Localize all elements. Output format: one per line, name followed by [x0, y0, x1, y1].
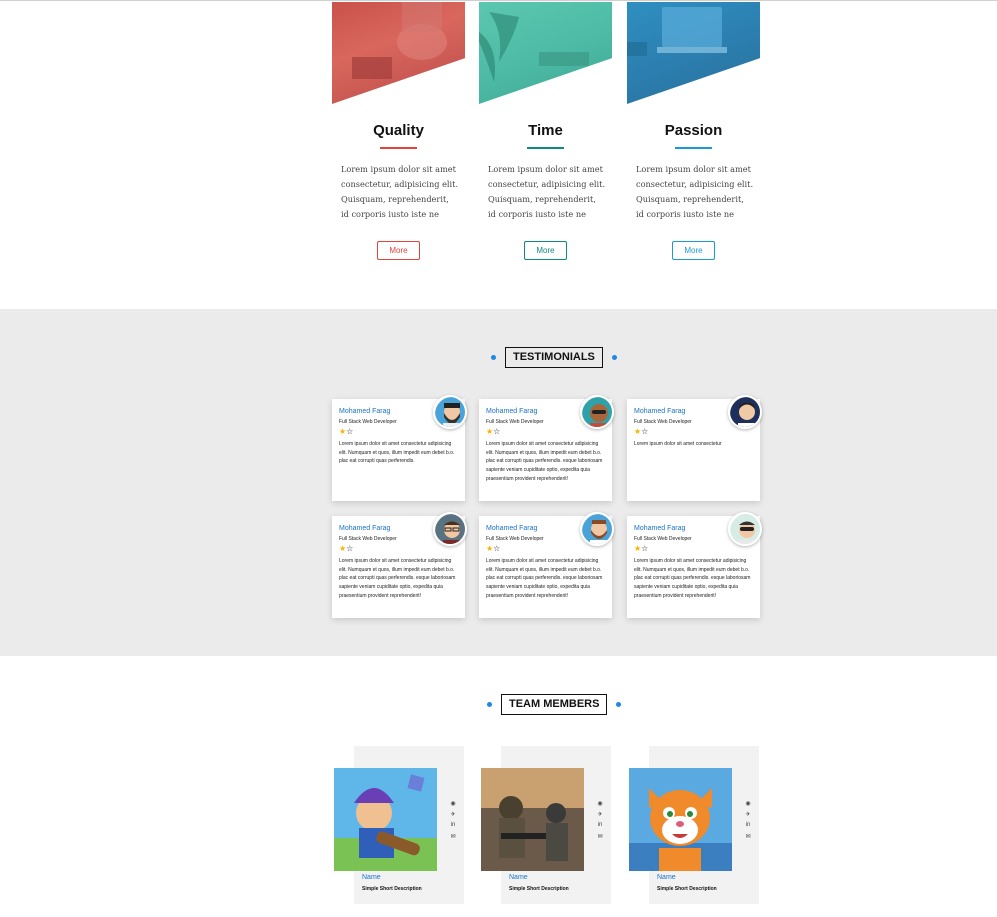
reviewer-name: Mohamed Farag — [634, 408, 686, 415]
feature-title: Quality — [373, 122, 424, 139]
reviewer-role: Full Stack Web Developer — [634, 419, 692, 425]
linkedin-icon[interactable]: in — [595, 820, 605, 831]
feature-image — [627, 2, 760, 104]
rating-stars: ★☆ — [634, 427, 649, 436]
testimonial-text: Lorem ipsum dolor sit amet consectetur a… — [486, 558, 603, 599]
member-description: Simple Short Description — [509, 886, 569, 892]
man-shades-avatar-icon — [728, 512, 762, 546]
reviewer-role: Full Stack Web Developer — [486, 419, 544, 425]
title-underline — [527, 147, 564, 149]
heading-dot — [487, 702, 492, 707]
testimonial-text: Lorem ipsum dolor sit amet consectetur — [634, 441, 722, 447]
feature-passion: Passion Lorem ipsum dolor sit amet conse… — [627, 2, 760, 260]
reviewer-role: Full Stack Web Developer — [634, 536, 692, 542]
heading-dot — [491, 355, 496, 360]
reviewer-name: Mohamed Farag — [486, 408, 538, 415]
man-glasses-avatar-icon — [433, 512, 467, 546]
feature-text: Lorem ipsum dolor sit amet consectetur, … — [341, 164, 459, 219]
testimonial-card: Mohamed Farag Full Stack Web Developer ★… — [479, 395, 614, 501]
cartoon-soldier-icon — [334, 768, 437, 871]
mail-icon[interactable]: ✉ — [448, 831, 458, 842]
testimonial-card: Mohamed Farag Full Stack Web Developer ★… — [627, 512, 762, 618]
game-soldier-icon — [481, 768, 584, 871]
member-name: Name — [509, 874, 528, 881]
social-icons: ◉ ✈ in ✉ — [595, 798, 605, 842]
more-button[interactable]: More — [524, 241, 567, 260]
twitter-icon[interactable]: ✈ — [448, 809, 458, 820]
title-underline — [675, 147, 712, 149]
reviewer-role: Full Stack Web Developer — [486, 536, 544, 542]
member-description: Simple Short Description — [362, 886, 422, 892]
testimonial-text: Lorem ipsum dolor sit amet consectetur a… — [339, 558, 456, 599]
reviewer-name: Mohamed Farag — [486, 525, 538, 532]
team-heading: TEAM MEMBERS — [487, 694, 622, 715]
testimonial-card: Mohamed Farag Full Stack Web Developer ★… — [332, 395, 467, 501]
reviewer-role: Full Stack Web Developer — [339, 419, 397, 425]
feature-text: Lorem ipsum dolor sit amet consectetur, … — [636, 164, 754, 219]
section-title: TESTIMONIALS — [505, 347, 603, 368]
feature-title: Time — [528, 122, 563, 139]
team-member-card: ◉ ✈ in ✉ Name Simple Short Description — [629, 746, 759, 904]
title-underline — [380, 147, 417, 149]
globe-icon[interactable]: ◉ — [743, 798, 753, 809]
mail-icon[interactable]: ✉ — [743, 831, 753, 842]
more-button[interactable]: More — [672, 241, 715, 260]
feature-title: Passion — [664, 122, 723, 139]
linkedin-icon[interactable]: in — [743, 820, 753, 831]
more-button[interactable]: More — [377, 241, 420, 260]
heading-dot — [611, 355, 617, 360]
testimonial-text: Lorem ipsum dolor sit amet consectetur a… — [339, 441, 455, 465]
globe-icon[interactable]: ◉ — [448, 798, 458, 809]
section-title: TEAM MEMBERS — [501, 694, 608, 715]
testimonial-text: Lorem ipsum dolor sit amet consectetur a… — [486, 441, 603, 482]
heading-dot — [616, 702, 622, 707]
feature-time: Time Lorem ipsum dolor sit amet consecte… — [479, 2, 612, 260]
testimonial-text: Lorem ipsum dolor sit amet consectetur a… — [634, 558, 751, 599]
bearded-man-avatar-icon — [433, 395, 467, 429]
man-sunglasses-avatar-icon — [580, 395, 614, 429]
man-suit-avatar-icon — [728, 395, 762, 429]
testimonials-heading: TESTIMONIALS — [491, 347, 617, 368]
team-member-card: ◉ ✈ in ✉ Name Simple Short Description — [334, 746, 464, 904]
member-name: Name — [362, 874, 381, 881]
feature-text: Lorem ipsum dolor sit amet consectetur, … — [488, 164, 606, 219]
reviewer-name: Mohamed Farag — [339, 525, 391, 532]
top-border — [0, 0, 997, 1]
testimonial-card: Mohamed Farag Full Stack Web Developer ★… — [627, 395, 762, 501]
feature-image — [332, 2, 465, 104]
member-name: Name — [657, 874, 676, 881]
social-icons: ◉ ✈ in ✉ — [448, 798, 458, 842]
rating-stars: ★☆ — [339, 427, 354, 436]
feature-quality: Quality Lorem ipsum dolor sit amet conse… — [332, 2, 465, 260]
testimonial-card: Mohamed Farag Full Stack Web Developer ★… — [479, 512, 614, 618]
reviewer-name: Mohamed Farag — [634, 525, 686, 532]
rating-stars: ★☆ — [634, 544, 649, 553]
feature-image — [479, 2, 612, 104]
twitter-icon[interactable]: ✈ — [743, 809, 753, 820]
member-description: Simple Short Description — [657, 886, 717, 892]
globe-icon[interactable]: ◉ — [595, 798, 605, 809]
testimonial-card: Mohamed Farag Full Stack Web Developer ★… — [332, 512, 467, 618]
rating-stars: ★☆ — [486, 544, 501, 553]
linkedin-icon[interactable]: in — [448, 820, 458, 831]
rating-stars: ★☆ — [339, 544, 354, 553]
reviewer-name: Mohamed Farag — [339, 408, 391, 415]
bearded-man-blue-avatar-icon — [580, 512, 614, 546]
twitter-icon[interactable]: ✈ — [595, 809, 605, 820]
mail-icon[interactable]: ✉ — [595, 831, 605, 842]
rating-stars: ★☆ — [486, 427, 501, 436]
reviewer-role: Full Stack Web Developer — [339, 536, 397, 542]
team-member-card: ◉ ✈ in ✉ Name Simple Short Description — [481, 746, 611, 904]
social-icons: ◉ ✈ in ✉ — [743, 798, 753, 842]
cartoon-tiger-icon — [629, 768, 732, 871]
